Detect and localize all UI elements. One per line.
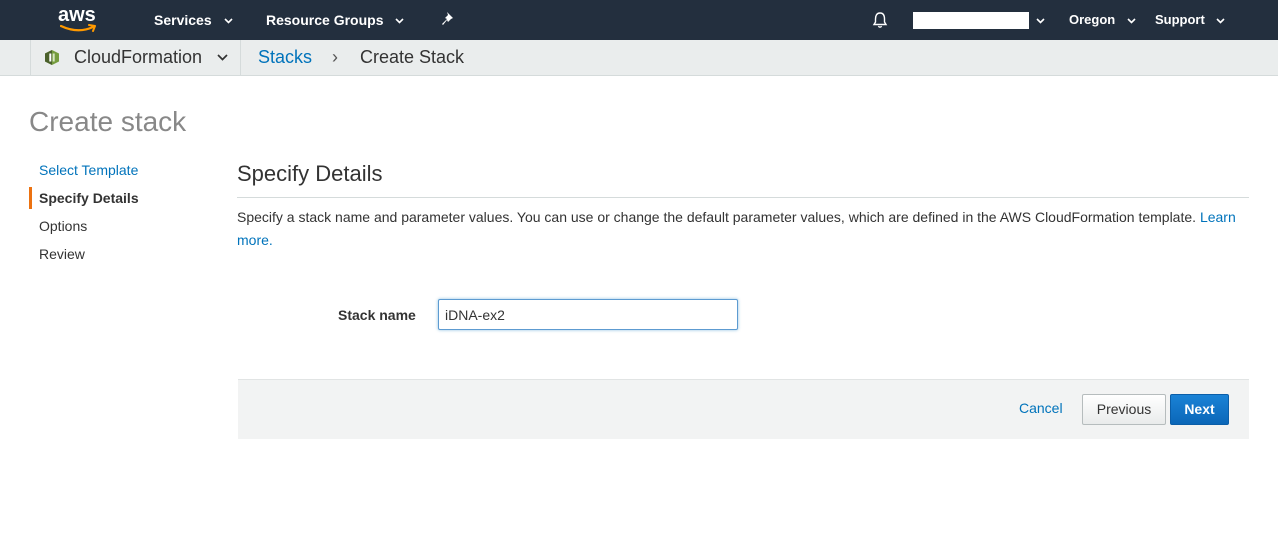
pin-icon	[442, 12, 453, 25]
service-name: CloudFormation	[74, 47, 203, 67]
section-divider	[237, 197, 1249, 198]
account-menu[interactable]	[913, 12, 1029, 29]
notifications-button[interactable]	[871, 11, 889, 29]
pin-button[interactable]	[441, 11, 457, 29]
step-options: Options	[39, 218, 88, 234]
aws-logo-text: aws	[58, 4, 96, 26]
aws-logo[interactable]: aws	[58, 5, 102, 35]
services-menu[interactable]: Services	[154, 0, 233, 40]
region-menu[interactable]: Oregon	[1069, 0, 1136, 40]
breadcrumb-separator: ›	[332, 47, 338, 67]
resource-groups-label: Resource Groups	[266, 12, 384, 28]
account-menu-toggle[interactable]	[1036, 0, 1045, 40]
cancel-button[interactable]: Cancel	[1019, 397, 1063, 419]
previous-button[interactable]: Previous	[1082, 394, 1166, 425]
breadcrumb-stacks[interactable]: Stacks	[258, 40, 312, 75]
breadcrumb-create-stack: Create Stack	[360, 47, 465, 67]
wizard-footer: Cancel Previous Next	[238, 379, 1249, 439]
step-review: Review	[39, 246, 85, 262]
next-button[interactable]: Next	[1170, 394, 1229, 425]
wizard-steps: Select Template Specify Details Options …	[29, 156, 209, 268]
stack-name-label: Stack name	[338, 307, 416, 323]
stack-name-input[interactable]	[438, 299, 738, 330]
aws-smile-icon	[60, 24, 96, 32]
section-description: Specify a stack name and parameter value…	[237, 206, 1251, 252]
chevron-down-icon	[395, 18, 404, 24]
chevron-down-icon	[1127, 17, 1136, 24]
chevron-down-icon	[217, 54, 228, 61]
cloudformation-icon	[45, 50, 59, 65]
chevron-down-icon	[1216, 17, 1226, 24]
region-label: Oregon	[1069, 12, 1116, 27]
chevron-down-icon	[223, 18, 233, 24]
services-label: Services	[154, 12, 212, 28]
support-label: Support	[1155, 12, 1205, 27]
page-title: Create stack	[29, 106, 187, 137]
step-select-template[interactable]: Select Template	[29, 156, 209, 184]
step-specify-details: Specify Details	[29, 184, 209, 212]
support-menu[interactable]: Support	[1155, 0, 1226, 40]
chevron-down-icon	[1036, 18, 1045, 24]
description-text: Specify a stack name and parameter value…	[237, 209, 1197, 225]
section-title: Specify Details	[237, 161, 383, 186]
resource-groups-menu[interactable]: Resource Groups	[266, 0, 404, 40]
service-menu[interactable]: CloudFormation	[30, 40, 241, 75]
bell-icon	[872, 12, 888, 28]
top-navigation-bar: aws Services Resource Groups Oregon Supp…	[0, 0, 1278, 40]
service-bar: CloudFormation Stacks › Create Stack	[0, 40, 1278, 76]
